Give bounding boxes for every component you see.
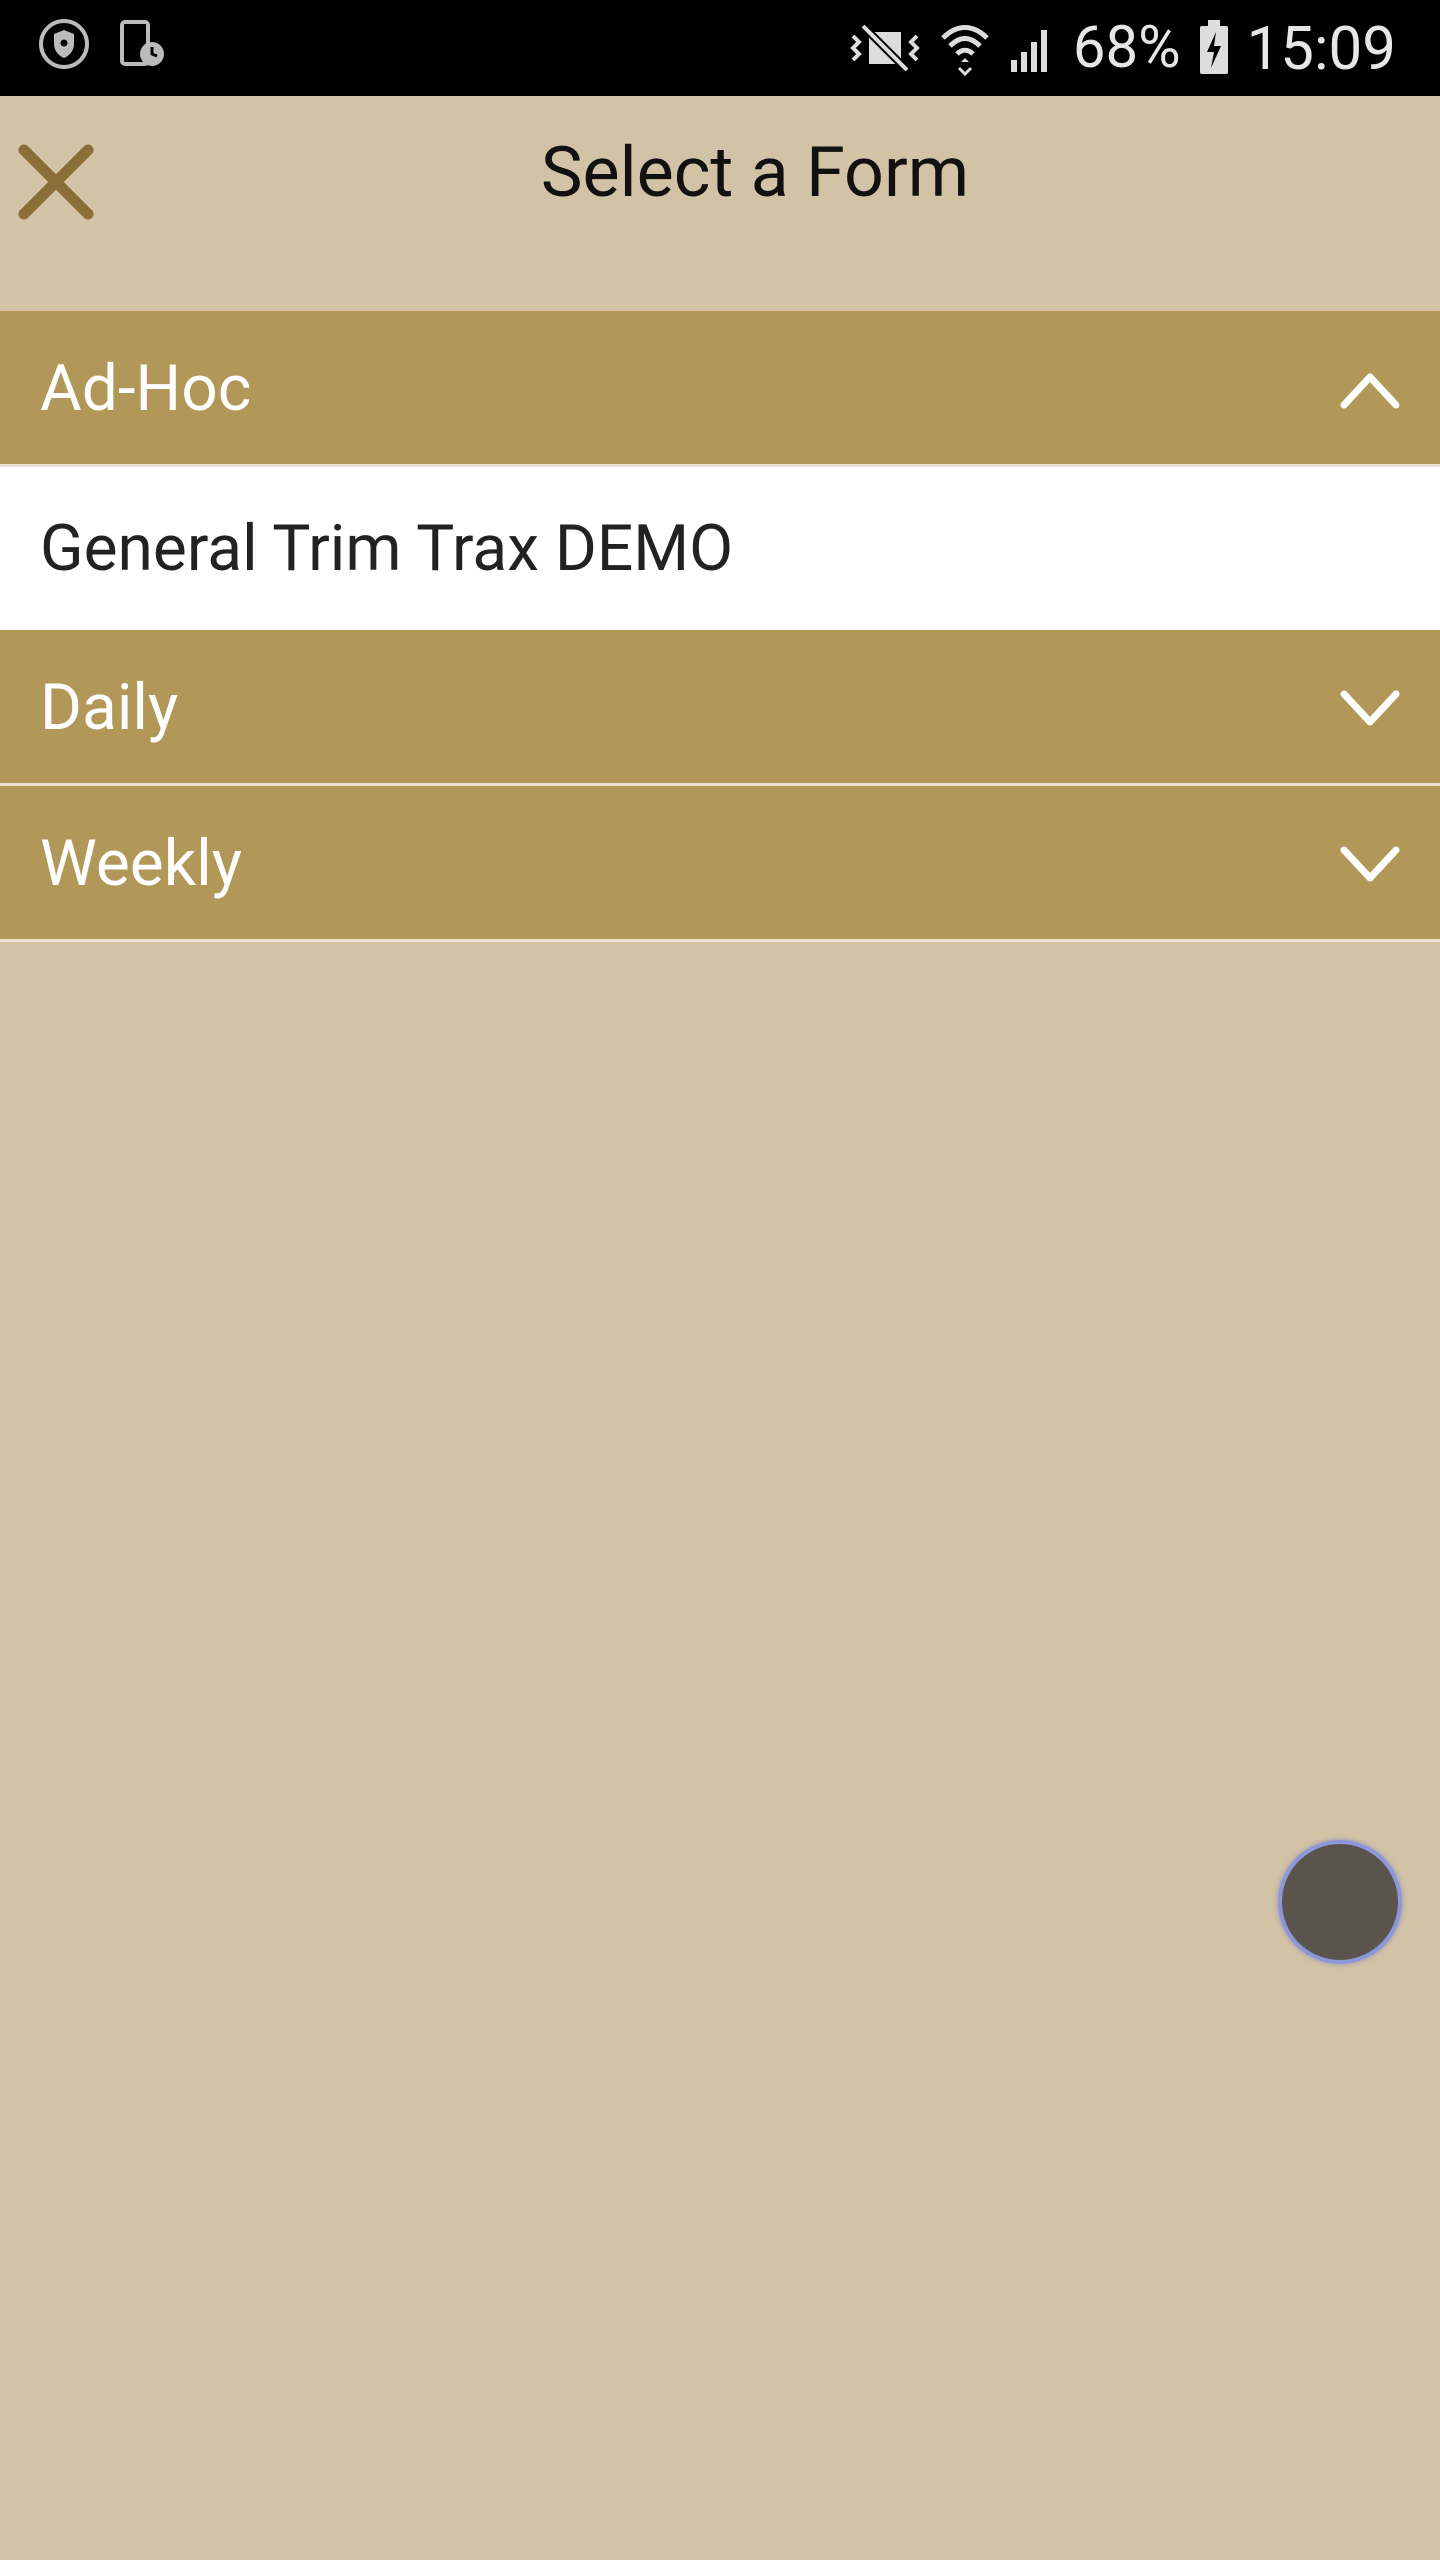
signal-icon xyxy=(1007,20,1057,76)
section-label: Weekly xyxy=(40,826,242,901)
section-header-ad-hoc[interactable]: Ad-Hoc xyxy=(0,311,1440,467)
status-bar: 68% 15:09 xyxy=(0,0,1440,96)
battery-percent: 68% xyxy=(1072,14,1181,82)
form-item[interactable]: General Trim Trax DEMO xyxy=(0,467,1440,630)
app-header: Select a Form xyxy=(0,96,1440,311)
section-label: Ad-Hoc xyxy=(40,351,252,426)
section-label: Daily xyxy=(40,670,179,745)
shield-icon xyxy=(38,18,90,74)
clock-time: 15:09 xyxy=(1246,12,1396,84)
page-title: Select a Form xyxy=(540,132,970,214)
mute-vibrate-icon xyxy=(847,20,923,76)
form-category-list: Ad-Hoc General Trim Trax DEMO Daily Week… xyxy=(0,311,1440,942)
section-header-weekly[interactable]: Weekly xyxy=(0,786,1440,942)
wifi-icon xyxy=(939,20,991,76)
floating-action-button[interactable] xyxy=(1278,1840,1402,1964)
status-left-icons xyxy=(38,18,168,74)
chevron-down-icon xyxy=(1338,838,1402,890)
form-item-label: General Trim Trax DEMO xyxy=(40,511,734,586)
chevron-down-icon xyxy=(1338,682,1402,734)
chevron-up-icon xyxy=(1338,363,1402,415)
device-clock-icon xyxy=(116,18,168,74)
battery-icon xyxy=(1197,18,1231,78)
section-header-daily[interactable]: Daily xyxy=(0,630,1440,786)
status-right-icons: 68% 15:09 xyxy=(847,0,1396,96)
